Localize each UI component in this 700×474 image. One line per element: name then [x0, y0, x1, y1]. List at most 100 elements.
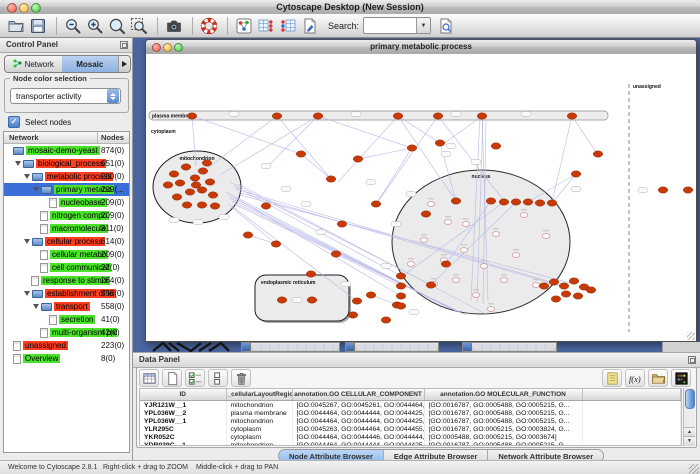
float-panel-icon[interactable]: [120, 41, 128, 49]
network-edge[interactable]: [572, 116, 598, 155]
network-node[interactable]: [511, 199, 521, 205]
network-node[interactable]: [352, 298, 362, 304]
nucleus-node[interactable]: [427, 202, 435, 207]
table-row[interactable]: YDR039C__1mitochondrion[GO:0044464, GO:0…: [140, 441, 681, 446]
nucleus-node[interactable]: [500, 278, 508, 283]
network-canvas[interactable]: plasma membranecytoplasmmitochondrionnuc…: [146, 54, 696, 341]
tree-expander-icon[interactable]: [33, 187, 39, 192]
network-node[interactable]: [261, 203, 271, 209]
nucleus-node[interactable]: [420, 238, 428, 243]
table-cell[interactable]: YPL036W__2: [140, 409, 226, 417]
network-node[interactable]: [569, 278, 579, 284]
network-edge[interactable]: [552, 116, 572, 202]
help-ring-icon[interactable]: [199, 16, 219, 36]
table-cell[interactable]: [582, 409, 681, 417]
scroll-down-arrow[interactable]: ▼: [684, 436, 695, 446]
tree-item-unassigned[interactable]: unassigned223(0): [4, 339, 129, 352]
search-box[interactable]: ▼: [363, 17, 431, 34]
tree-item-cellular-process[interactable]: cellular process614(0): [4, 235, 129, 248]
network-edge[interactable]: [301, 154, 331, 179]
network-graph[interactable]: plasma membranecytoplasmmitochondrionnuc…: [146, 54, 696, 341]
table-icon[interactable]: [139, 369, 159, 387]
network-node[interactable]: [559, 283, 569, 289]
network-node[interactable]: [190, 175, 200, 181]
network-edge[interactable]: [192, 116, 301, 154]
network-view-window[interactable]: primary metabolic process plasma membran…: [145, 39, 697, 342]
table-cell[interactable]: [582, 417, 681, 425]
new-attribute-icon[interactable]: [162, 369, 182, 387]
network-node[interactable]: [337, 221, 347, 227]
network-node[interactable]: [523, 199, 533, 205]
network-edge[interactable]: [358, 148, 412, 159]
tree-expander-icon[interactable]: [15, 161, 21, 166]
network-node[interactable]: [593, 151, 603, 157]
table-cell[interactable]: mitochondrion: [226, 401, 292, 410]
nucleus-node[interactable]: [460, 248, 468, 253]
tree-item-cell-communicat[interactable]: cell communicat22(0): [4, 261, 129, 274]
network-edge[interactable]: [228, 204, 276, 244]
network-node[interactable]: [658, 187, 668, 193]
network-node[interactable]: [205, 179, 215, 185]
window-titlebar[interactable]: Cytoscape Desktop (New Session): [0, 0, 700, 15]
tree-expander-icon[interactable]: [24, 291, 30, 296]
network-node[interactable]: [421, 211, 431, 217]
nucleus-node[interactable]: [452, 278, 460, 283]
search-options-icon[interactable]: [436, 16, 456, 36]
zoom-fit-icon[interactable]: [129, 16, 149, 36]
search-input[interactable]: [364, 19, 416, 32]
table-cell[interactable]: [582, 401, 681, 410]
tree-item-multi-organism-pro[interactable]: multi-organism pro42(0): [4, 326, 129, 339]
table-cell[interactable]: cytoplasm: [226, 425, 292, 433]
table-cell[interactable]: YDR039C__1: [140, 441, 226, 446]
table-cell[interactable]: [GO:0016787, GO:0005488, GO:0005215, G..…: [424, 417, 582, 425]
more-tabs-arrow[interactable]: [118, 56, 130, 72]
network-node[interactable]: [547, 200, 557, 206]
table-cell[interactable]: [582, 433, 681, 441]
snapshot-icon[interactable]: [164, 16, 184, 36]
network-node[interactable]: [586, 287, 596, 293]
table-cell[interactable]: [GO:0016787, GO:0005488, GO:0005215, G..…: [424, 441, 582, 446]
table-row[interactable]: YKR052Ccytoplasm[GO:0044464, GO:0044446,…: [140, 433, 681, 441]
tab-network[interactable]: Network: [5, 56, 62, 72]
tree-item-biological-process[interactable]: biological_process651(0): [4, 157, 129, 170]
network-node[interactable]: [175, 180, 185, 186]
network-node[interactable]: [243, 232, 253, 238]
network-node[interactable]: [163, 182, 173, 188]
float-panel-icon[interactable]: [688, 356, 696, 364]
save-icon[interactable]: [28, 16, 48, 36]
network-node[interactable]: [181, 164, 191, 170]
network-edge[interactable]: [318, 116, 412, 148]
nucleus-node[interactable]: [444, 220, 452, 225]
minimized-window-thumbnail[interactable]: [462, 342, 557, 352]
tree-expander-icon[interactable]: [24, 239, 30, 244]
table-cell[interactable]: [GO:0044464, GO:0044444, GO:0044425, G..…: [292, 441, 424, 446]
tree-item-mosaic-demo-yeast[interactable]: mosaic-demo-yeast874(0): [4, 144, 129, 157]
network-node[interactable]: [210, 203, 220, 209]
network-node[interactable]: [272, 113, 282, 119]
table-row[interactable]: YJR121W__1mitochondrion[GO:0045267, GO:0…: [140, 401, 681, 410]
table-cell[interactable]: mitochondrion: [226, 441, 292, 446]
table-row[interactable]: YLR295Ccytoplasm[GO:0045263, GO:0044464,…: [140, 425, 681, 433]
select-nodes-checkbox[interactable]: ✓: [8, 116, 20, 128]
nucleus-node[interactable]: [542, 234, 550, 239]
region-plasma-membrane[interactable]: [149, 111, 608, 120]
network-node[interactable]: [683, 187, 693, 193]
network-node[interactable]: [477, 113, 487, 119]
network-node[interactable]: [451, 198, 461, 204]
tree-item-overview[interactable]: Overview8(0): [4, 352, 129, 365]
table-cell[interactable]: [GO:0045263, GO:0044464, GO:0044455, G..…: [292, 425, 424, 433]
table-cell[interactable]: [GO:0045267, GO:0045261, GO:0044464, G..…: [292, 401, 424, 410]
network-node[interactable]: [208, 192, 218, 198]
network-node[interactable]: [441, 261, 451, 267]
network-node[interactable]: [296, 151, 306, 157]
nucleus-node[interactable]: [487, 307, 495, 312]
network-node[interactable]: [433, 113, 443, 119]
table-cell[interactable]: [GO:0016787, GO:0005215, GO:0003824, G..…: [424, 425, 582, 433]
network-node[interactable]: [381, 317, 391, 323]
tree-item-nucleobase-[interactable]: nucleobase-209(0): [4, 196, 129, 209]
network-node[interactable]: [306, 271, 316, 277]
network-node[interactable]: [407, 145, 417, 151]
node-color-dropdown[interactable]: transporter activity: [10, 88, 121, 104]
select-attributes-icon[interactable]: [185, 369, 205, 387]
table-cell[interactable]: [GO:0005488, GO:0005215, GO:0003674]: [424, 433, 582, 441]
